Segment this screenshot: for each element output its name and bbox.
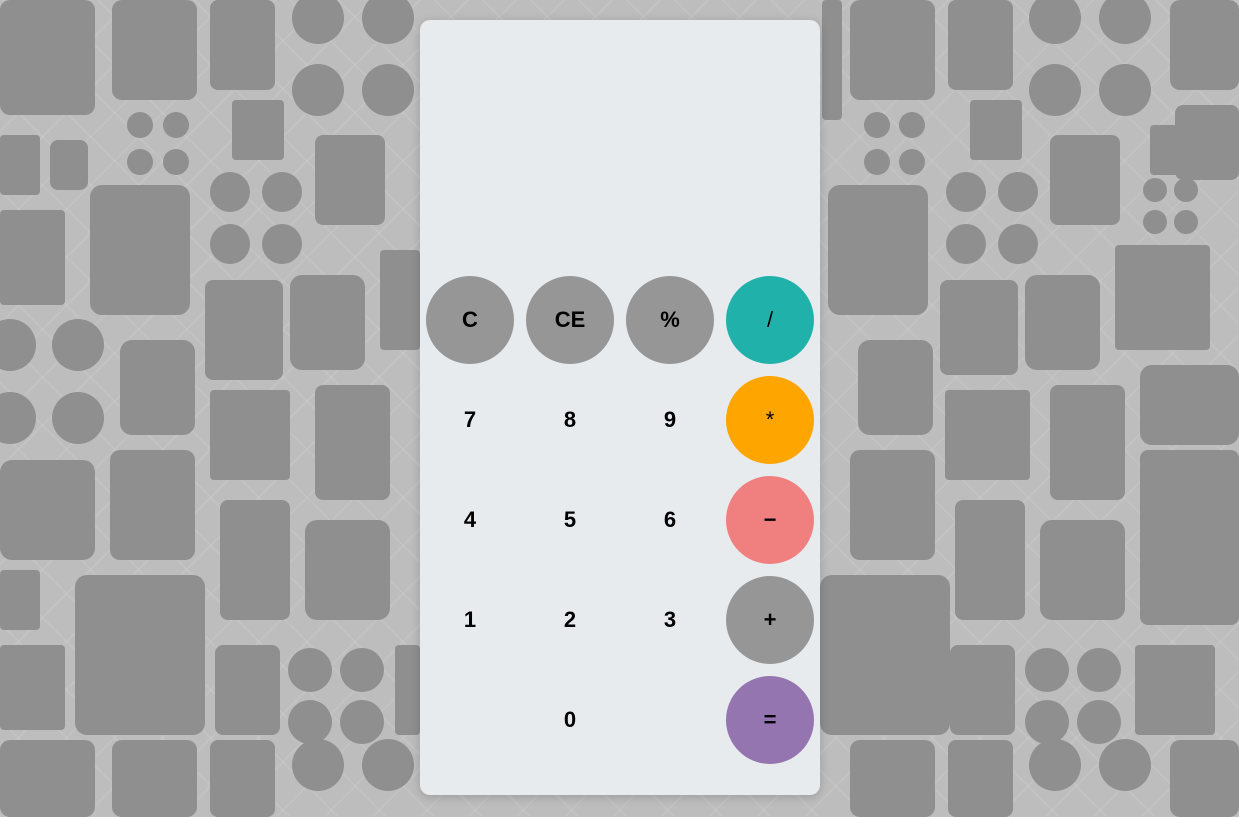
digit-9-button[interactable]: 9 [626,376,714,464]
divide-button[interactable]: / [726,276,814,364]
subtract-button[interactable]: − [726,476,814,564]
digit-8-button[interactable]: 8 [526,376,614,464]
digit-0-button[interactable]: 0 [526,676,614,764]
digit-2-button[interactable]: 2 [526,576,614,664]
calculator-display [430,30,810,260]
digit-4-button[interactable]: 4 [426,476,514,564]
add-button[interactable]: + [726,576,814,664]
calculator-panel: C CE % / 7 8 9 * 4 5 6 − 1 2 3 + 0 = [420,20,820,795]
digit-3-button[interactable]: 3 [626,576,714,664]
equals-button[interactable]: = [726,676,814,764]
clear-entry-button[interactable]: CE [526,276,614,364]
percent-button[interactable]: % [626,276,714,364]
digit-5-button[interactable]: 5 [526,476,614,564]
digit-7-button[interactable]: 7 [426,376,514,464]
clear-button[interactable]: C [426,276,514,364]
multiply-button[interactable]: * [726,376,814,464]
digit-6-button[interactable]: 6 [626,476,714,564]
keypad: C CE % / 7 8 9 * 4 5 6 − 1 2 3 + 0 = [420,276,820,776]
digit-1-button[interactable]: 1 [426,576,514,664]
